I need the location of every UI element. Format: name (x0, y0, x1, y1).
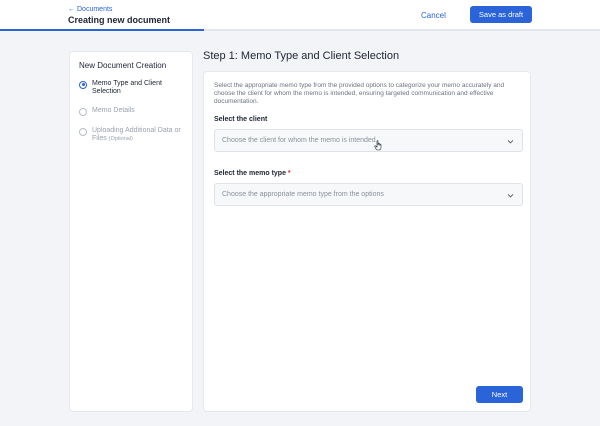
top-header: ← Documents Creating new document Cancel… (0, 0, 600, 31)
step-memo-details[interactable]: Memo Details (79, 107, 187, 116)
memo-type-select-placeholder: Choose the appropriate memo type from th… (222, 191, 384, 198)
steps-sidebar: New Document Creation Memo Type and Clie… (69, 51, 193, 412)
client-field-label: Select the client (214, 116, 268, 123)
sidebar-title: New Document Creation (79, 61, 167, 70)
page-title: Creating new document (68, 15, 171, 25)
required-mark: * (287, 170, 291, 177)
optional-tag: (Optional) (108, 136, 133, 142)
step-upload-files[interactable]: Uploading Additional Data or Files (Opti… (79, 127, 187, 143)
hand-pointer-cursor-icon (374, 140, 382, 151)
next-button[interactable]: Next (476, 386, 523, 403)
client-select-placeholder: Choose the client for whom the memo is i… (222, 137, 376, 144)
memo-type-label-text: Select the memo type (214, 170, 286, 177)
progress-fill (0, 29, 204, 31)
step-label-text: Uploading Additional Data or Files (92, 127, 181, 142)
step-active-radio-icon (79, 80, 87, 89)
memo-type-select[interactable]: Choose the appropriate memo type from th… (214, 183, 523, 206)
save-draft-button[interactable]: Save as draft (470, 6, 532, 23)
arrow-left-icon: ← (68, 6, 75, 13)
step-label: Memo Details (92, 107, 135, 114)
step-memo-type-client[interactable]: Memo Type and Client Selection (79, 80, 187, 96)
step-title: Step 1: Memo Type and Client Selection (203, 50, 400, 62)
chevron-down-icon (507, 140, 514, 144)
client-select[interactable]: Choose the client for whom the memo is i… (214, 129, 523, 152)
cancel-button[interactable]: Cancel (421, 8, 446, 22)
step-form-card: Select the appropriate memo type from th… (203, 71, 531, 412)
chevron-down-icon (507, 194, 514, 198)
memo-type-field-label: Select the memo type * (214, 170, 291, 177)
back-link-documents[interactable]: ← Documents (68, 6, 112, 13)
step-radio-icon (79, 127, 87, 136)
step-label: Memo Type and Client Selection (92, 80, 162, 95)
step-label: Uploading Additional Data or Files (Opti… (92, 127, 187, 143)
step-radio-icon (79, 107, 87, 116)
step-description: Select the appropriate memo type from th… (214, 82, 505, 106)
progress-bar (0, 29, 600, 31)
back-link-label: Documents (77, 6, 113, 13)
